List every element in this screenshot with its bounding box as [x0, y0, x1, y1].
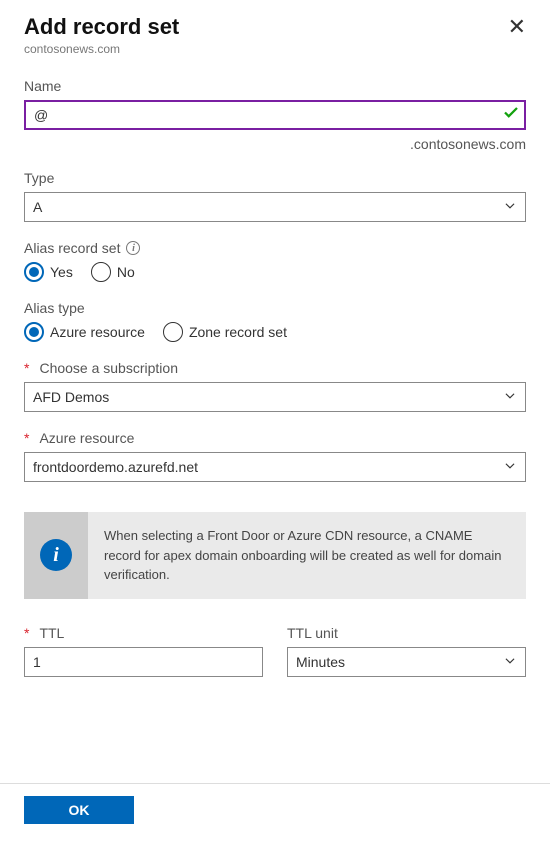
alias-no-radio[interactable]: No — [91, 262, 135, 282]
ttl-unit-label: TTL unit — [287, 625, 526, 641]
info-banner-text: When selecting a Front Door or Azure CDN… — [88, 512, 526, 599]
ttl-unit-value: Minutes — [296, 654, 345, 670]
alias-no-label: No — [117, 264, 135, 280]
chevron-down-icon — [503, 199, 517, 216]
alias-yes-label: Yes — [50, 264, 73, 280]
chevron-down-icon — [503, 389, 517, 406]
subscription-value: AFD Demos — [33, 389, 109, 405]
info-circle-icon: i — [40, 539, 72, 571]
info-banner: i When selecting a Front Door or Azure C… — [24, 512, 526, 599]
alias-record-set-label: Alias record set i — [24, 240, 526, 256]
azure-resource-value: frontdoordemo.azurefd.net — [33, 459, 198, 475]
ttl-unit-select[interactable]: Minutes — [287, 647, 526, 677]
chevron-down-icon — [503, 459, 517, 476]
domain-suffix: .contosonews.com — [24, 136, 526, 152]
page-subtitle: contosonews.com — [24, 42, 179, 56]
alias-yes-radio[interactable]: Yes — [24, 262, 73, 282]
chevron-down-icon — [503, 653, 517, 670]
name-label: Name — [24, 78, 526, 94]
alias-type-zone-label: Zone record set — [189, 324, 287, 340]
alias-type-azure-label: Azure resource — [50, 324, 145, 340]
close-icon[interactable]: ✕ — [508, 14, 526, 38]
info-icon[interactable]: i — [126, 241, 140, 255]
valid-check-icon — [502, 104, 520, 127]
alias-type-label: Alias type — [24, 300, 526, 316]
ok-button[interactable]: OK — [24, 796, 134, 824]
type-select[interactable]: A — [24, 192, 526, 222]
alias-type-zone-radio[interactable]: Zone record set — [163, 322, 287, 342]
azure-resource-label: *Azure resource — [24, 430, 526, 446]
subscription-select[interactable]: AFD Demos — [24, 382, 526, 412]
type-label: Type — [24, 170, 526, 186]
azure-resource-select[interactable]: frontdoordemo.azurefd.net — [24, 452, 526, 482]
ttl-label: *TTL — [24, 625, 263, 641]
ttl-input[interactable] — [24, 647, 263, 677]
subscription-label: *Choose a subscription — [24, 360, 526, 376]
page-title: Add record set — [24, 14, 179, 40]
alias-type-azure-radio[interactable]: Azure resource — [24, 322, 145, 342]
name-input[interactable] — [24, 100, 526, 130]
type-value: A — [33, 199, 42, 215]
